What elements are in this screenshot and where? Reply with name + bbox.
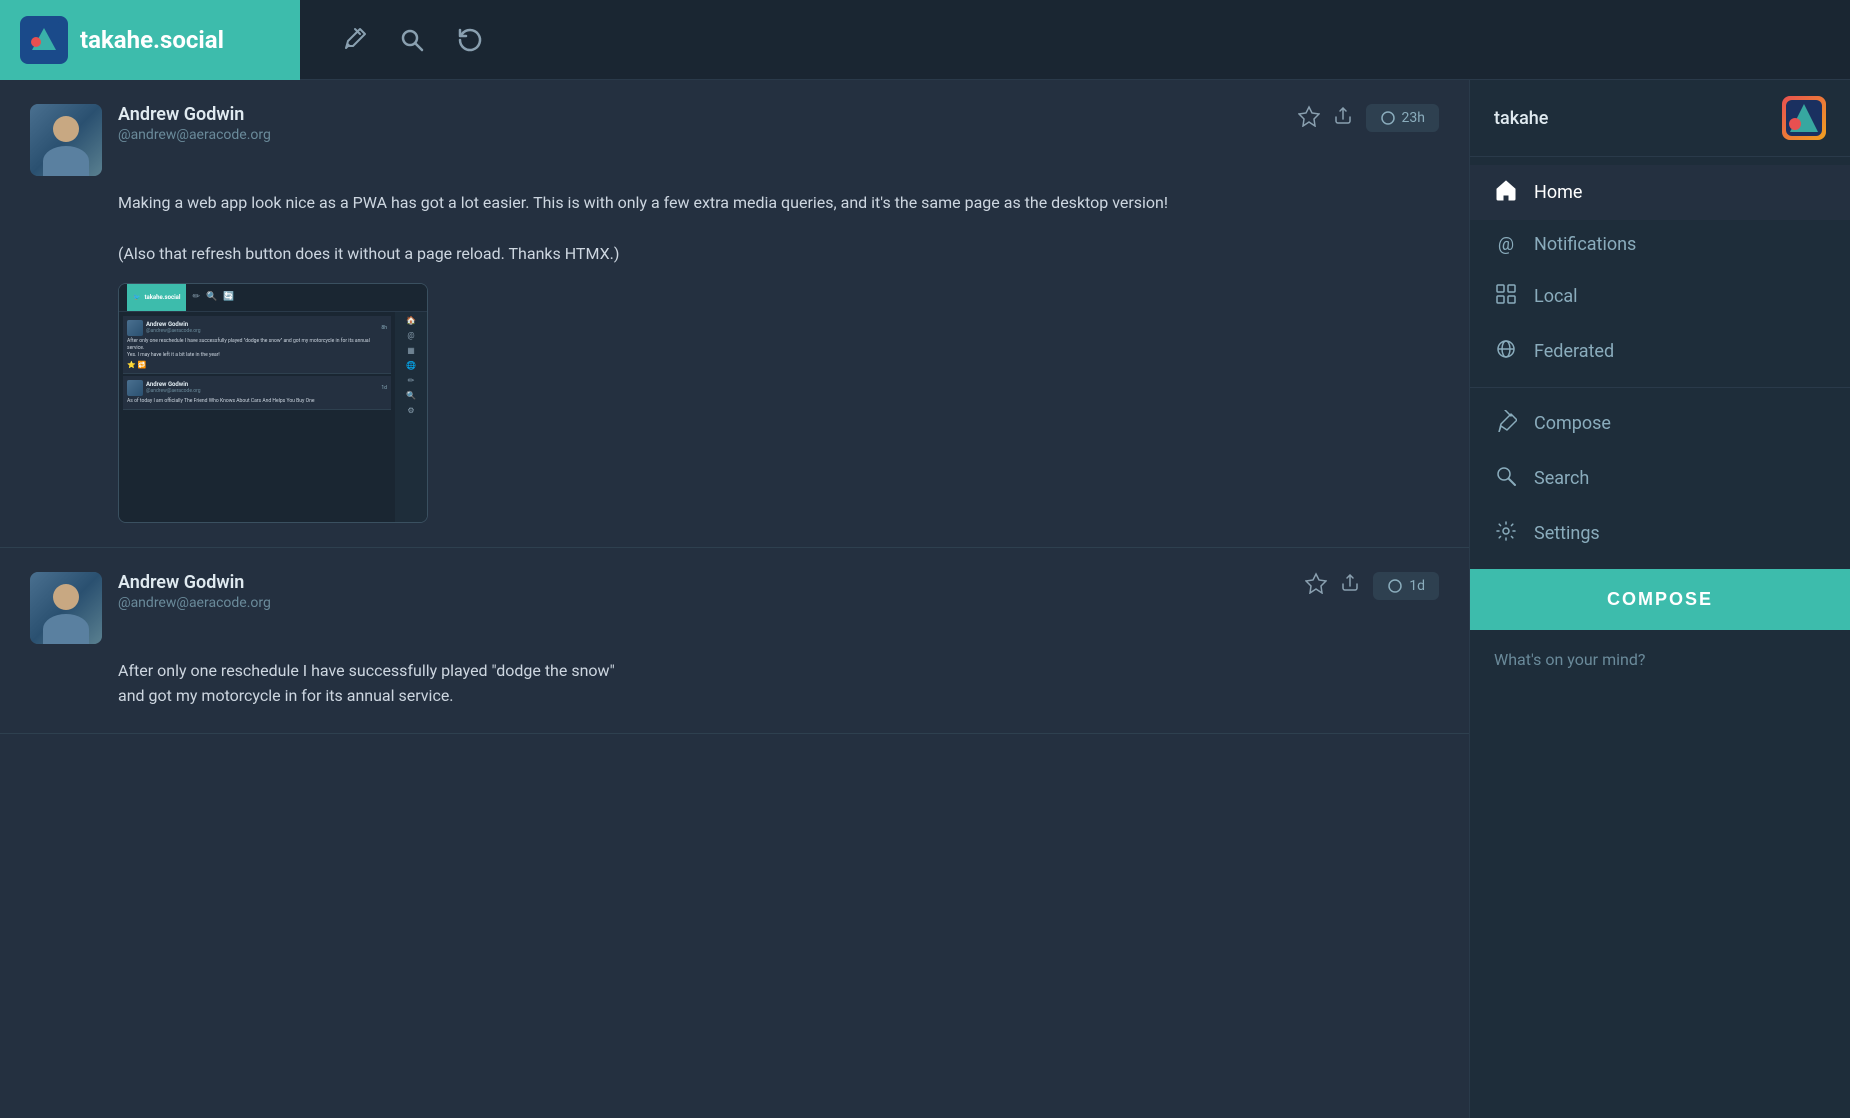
post-content: After only one reschedule I have success… (118, 658, 1439, 709)
sidebar-item-federated[interactable]: Federated (1470, 324, 1850, 379)
home-icon (1494, 179, 1518, 206)
main-layout: Andrew Godwin @andrew@aeracode.org (0, 80, 1850, 1118)
compose-area[interactable]: What's on your mind? (1470, 630, 1850, 1118)
time-badge: 1d (1373, 572, 1439, 600)
logo-icon (20, 16, 68, 64)
settings-icon (1494, 520, 1518, 547)
post-author: Andrew Godwin (118, 104, 1282, 125)
post-author: Andrew Godwin (118, 572, 1289, 593)
nav-label-compose: Compose (1534, 413, 1611, 434)
sidebar-item-notifications[interactable]: @ Notifications (1470, 220, 1850, 269)
post-card: Andrew Godwin @andrew@aeracode.org (0, 548, 1469, 734)
sidebar-item-search[interactable]: Search (1470, 451, 1850, 506)
notifications-icon: @ (1494, 234, 1518, 255)
topbar-icons (300, 26, 524, 54)
nav-label-federated: Federated (1534, 341, 1614, 362)
boost-icon[interactable] (1332, 105, 1354, 132)
post-content: Making a web app look nice as a PWA has … (118, 190, 1439, 267)
post-header: Andrew Godwin @andrew@aeracode.org (30, 104, 1439, 176)
sidebar-item-home[interactable]: Home (1470, 165, 1850, 220)
boost-icon[interactable] (1339, 572, 1361, 599)
post-actions: 1d (1305, 572, 1439, 600)
star-icon[interactable] (1298, 105, 1320, 132)
sidebar-header: takahe (1470, 80, 1850, 157)
avatar (30, 572, 102, 644)
post-card: Andrew Godwin @andrew@aeracode.org (0, 80, 1469, 548)
star-icon[interactable] (1305, 572, 1327, 599)
post-header: Andrew Godwin @andrew@aeracode.org (30, 572, 1439, 644)
nav-label-local: Local (1534, 286, 1578, 307)
sidebar-item-compose[interactable]: Compose (1470, 396, 1850, 451)
compose-icon[interactable] (340, 26, 368, 54)
sidebar: takahe Home @ Notif (1470, 80, 1850, 1118)
time-badge: 23h (1366, 104, 1439, 132)
post-actions: 23h (1298, 104, 1439, 132)
nav-label-home: Home (1534, 182, 1582, 203)
sidebar-item-settings[interactable]: Settings (1470, 506, 1850, 561)
post-handle: @andrew@aeracode.org (118, 127, 1282, 143)
compose-nav-icon (1494, 410, 1518, 437)
nav-label-search: Search (1534, 468, 1589, 489)
refresh-icon[interactable] (456, 26, 484, 54)
avatar (30, 104, 102, 176)
feed-area: Andrew Godwin @andrew@aeracode.org (0, 80, 1470, 1118)
post-meta: Andrew Godwin @andrew@aeracode.org (118, 572, 1289, 611)
nav-label-notifications: Notifications (1534, 234, 1636, 255)
sidebar-avatar-icon[interactable] (1782, 96, 1826, 140)
post-image: 🐦 takahe.social ✏ 🔍 🔄 (118, 283, 428, 523)
post-handle: @andrew@aeracode.org (118, 595, 1289, 611)
sidebar-item-local[interactable]: Local (1470, 269, 1850, 324)
nav-label-settings: Settings (1534, 523, 1600, 544)
nav-menu: Home @ Notifications Local (1470, 157, 1850, 569)
search-topbar-icon[interactable] (398, 26, 426, 54)
topbar: takahe.social (0, 0, 1850, 80)
post-time: 23h (1402, 110, 1425, 126)
post-time: 1d (1409, 578, 1425, 594)
local-icon (1494, 283, 1518, 310)
search-nav-icon (1494, 465, 1518, 492)
compose-button[interactable]: COMPOSE (1470, 569, 1850, 630)
post-meta: Andrew Godwin @andrew@aeracode.org (118, 104, 1282, 143)
nav-divider (1470, 387, 1850, 388)
compose-placeholder: What's on your mind? (1494, 650, 1645, 669)
site-name: takahe.social (80, 26, 224, 54)
federated-icon (1494, 338, 1518, 365)
sidebar-username: takahe (1494, 108, 1548, 129)
logo-area[interactable]: takahe.social (0, 0, 300, 80)
post-image-container: 🐦 takahe.social ✏ 🔍 🔄 (118, 283, 1439, 523)
